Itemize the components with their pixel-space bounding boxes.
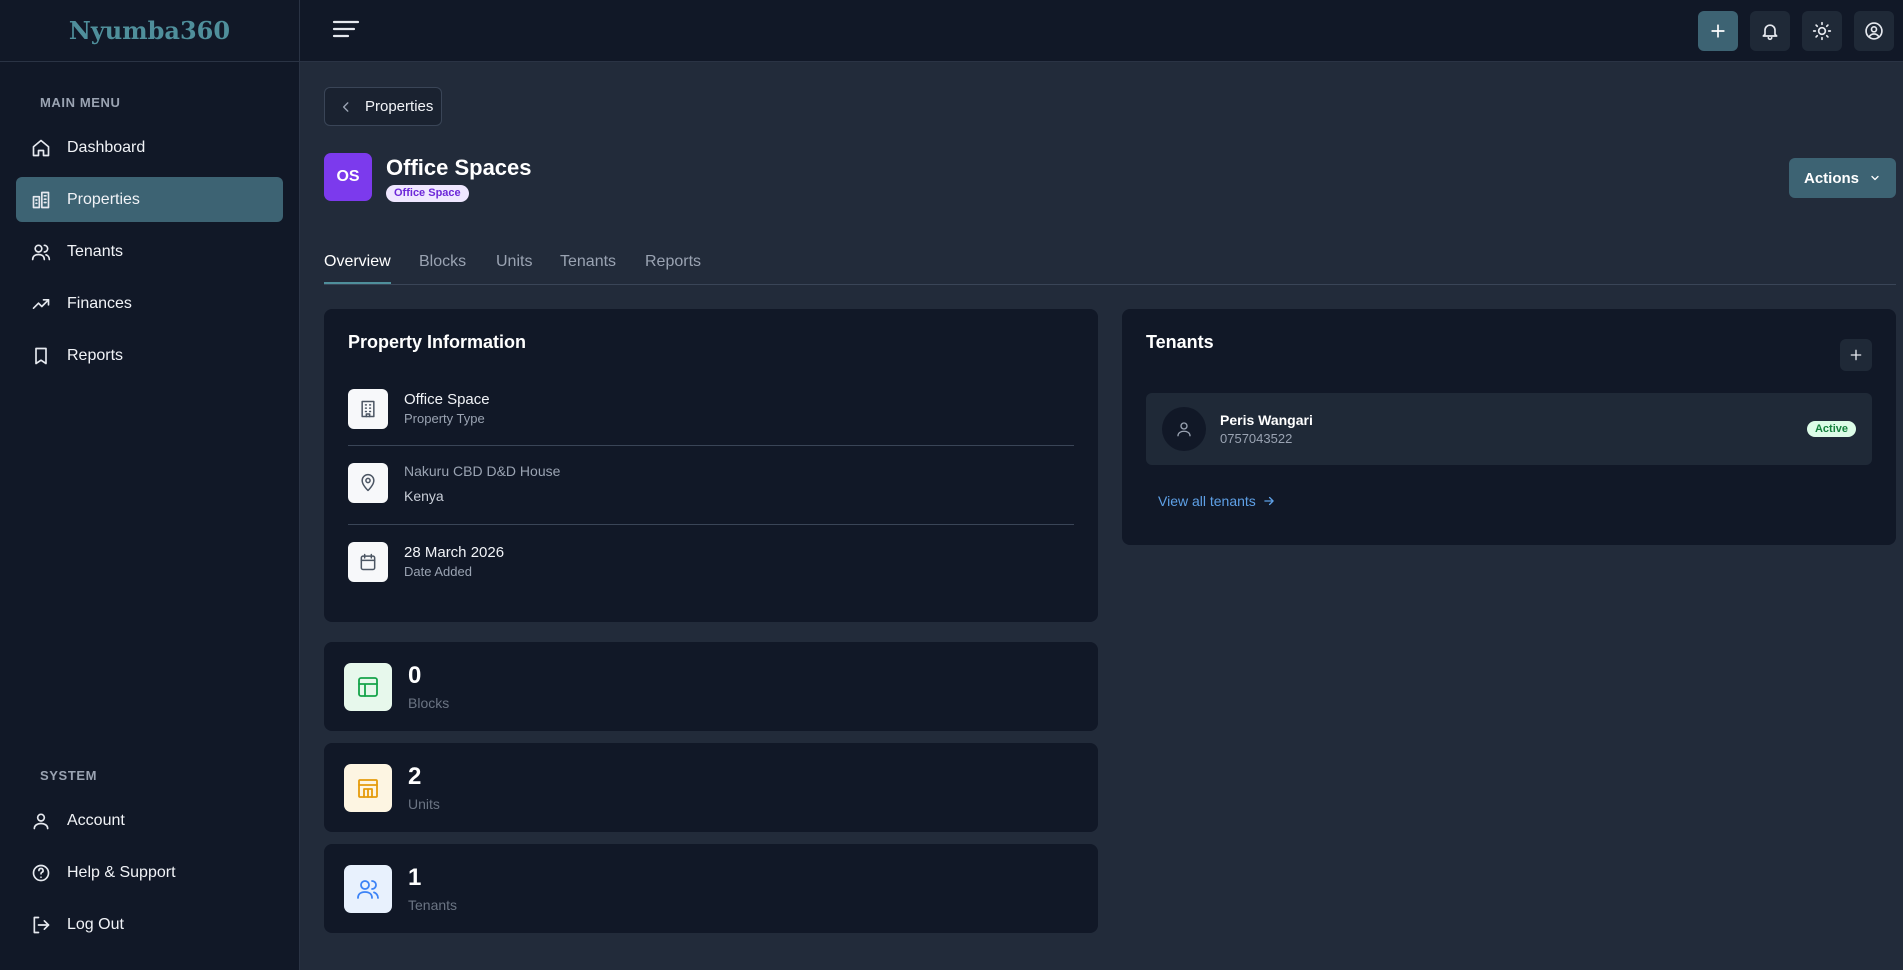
blocks-label: Blocks [408, 695, 450, 711]
sidebar-item-finances[interactable]: Finances [16, 281, 283, 326]
units-count: 2 [408, 763, 422, 790]
sidebar-item-reports[interactable]: Reports [16, 333, 283, 378]
sidebar-item-help[interactable]: Help & Support [16, 850, 283, 895]
bell-icon [1760, 21, 1780, 41]
address-row: Nakuru CBD D&D House Kenya [348, 463, 1074, 504]
logout-icon [31, 915, 51, 935]
sidebar-item-logout[interactable]: Log Out [16, 902, 283, 947]
building-icon [348, 389, 388, 429]
property-information-card: Property Information Office Space Proper… [324, 309, 1098, 622]
buildings-icon [31, 190, 51, 210]
view-all-label: View all tenants [1158, 493, 1256, 509]
tenant-phone: 0757043522 [1220, 431, 1293, 446]
date-added-value: 28 March 2026 [404, 544, 505, 561]
tab-blocks[interactable]: Blocks [419, 253, 466, 284]
user-circle-icon [1864, 21, 1884, 41]
plus-icon [1708, 21, 1728, 41]
users-icon [31, 242, 51, 262]
property-information-title: Property Information [348, 332, 527, 352]
sidebar-item-properties[interactable]: Properties [16, 177, 283, 222]
tenants-card-title: Tenants [1146, 332, 1214, 352]
sidebar-item-label: Reports [67, 346, 124, 364]
tenants-card: Tenants Peris Wangari 0757043522 Active … [1122, 309, 1896, 545]
date-added-label: Date Added [404, 564, 472, 579]
tenants-label: Tenants [408, 897, 458, 913]
tab-overview[interactable]: Overview [324, 253, 391, 284]
profile-button[interactable] [1854, 11, 1894, 51]
tab-units[interactable]: Units [496, 253, 532, 284]
address-line-2: Kenya [404, 488, 444, 504]
help-circle-icon [31, 863, 51, 883]
property-type-value: Office Space [404, 391, 490, 408]
home-icon [31, 138, 51, 158]
address-line-1: Nakuru CBD D&D House [404, 463, 561, 479]
date-added-row: 28 March 2026 Date Added [348, 542, 1074, 582]
divider [348, 445, 1074, 446]
users-icon [344, 865, 392, 913]
sidebar-item-label: Finances [67, 294, 132, 312]
back-to-properties-button[interactable]: Properties [324, 87, 442, 126]
tenants-stat-card[interactable]: 1 Tenants [324, 844, 1098, 933]
user-icon [1162, 407, 1206, 451]
bookmark-icon [31, 346, 51, 366]
page-title: Office Spaces [386, 155, 532, 180]
calendar-icon [348, 542, 388, 582]
back-label: Properties [365, 98, 434, 115]
divider [348, 524, 1074, 525]
add-button[interactable] [1698, 11, 1738, 51]
menu-icon[interactable] [332, 19, 360, 41]
tenant-list-item[interactable]: Peris Wangari 0757043522 Active [1146, 393, 1872, 465]
units-stat-card[interactable]: 2 Units [324, 743, 1098, 832]
topbar [300, 0, 1903, 62]
sidebar-item-tenants[interactable]: Tenants [16, 229, 283, 274]
tenant-name: Peris Wangari [1220, 412, 1313, 428]
actions-label: Actions [1803, 169, 1859, 187]
app-logo[interactable]: Nyumba360 [0, 0, 299, 62]
notifications-button[interactable] [1750, 11, 1790, 51]
chevron-down-icon [1859, 172, 1881, 184]
view-all-tenants-link[interactable]: View all tenants [1158, 493, 1276, 509]
tenants-count: 1 [408, 864, 422, 891]
user-icon [31, 811, 51, 831]
main-menu-label: MAIN MENU [40, 95, 121, 110]
property-avatar: OS [324, 153, 372, 201]
tab-tenants[interactable]: Tenants [560, 253, 616, 284]
layout-icon [344, 663, 392, 711]
units-label: Units [408, 796, 440, 812]
system-label: SYSTEM [40, 768, 98, 783]
arrow-right-icon [1256, 494, 1276, 508]
property-type-row: Office Space Property Type [348, 389, 1074, 429]
chevron-left-icon [339, 100, 365, 114]
blocks-stat-card[interactable]: 0 Blocks [324, 642, 1098, 731]
sidebar: Nyumba360 MAIN MENU Dashboard Properties… [0, 0, 300, 970]
theme-toggle-button[interactable] [1802, 11, 1842, 51]
trending-up-icon [31, 294, 51, 314]
tab-reports[interactable]: Reports [645, 253, 701, 284]
blocks-count: 0 [408, 662, 422, 689]
property-type-badge: Office Space [386, 185, 469, 202]
plus-icon [1848, 347, 1864, 363]
sidebar-item-account[interactable]: Account [16, 798, 283, 843]
sidebar-item-dashboard[interactable]: Dashboard [16, 125, 283, 170]
sidebar-item-label: Account [67, 811, 125, 829]
status-badge: Active [1806, 421, 1856, 437]
property-type-label: Property Type [404, 411, 485, 426]
map-pin-icon [348, 463, 388, 503]
sidebar-item-label: Properties [67, 190, 140, 208]
actions-button[interactable]: Actions [1789, 158, 1896, 198]
property-tabs: Overview Blocks Units Tenants Reports [324, 250, 1896, 285]
sidebar-item-label: Help & Support [67, 863, 176, 881]
sidebar-item-label: Tenants [67, 242, 124, 260]
sidebar-item-label: Dashboard [67, 138, 146, 156]
sidebar-item-label: Log Out [67, 915, 124, 933]
sun-icon [1812, 21, 1832, 41]
store-icon [344, 764, 392, 812]
add-tenant-button[interactable] [1840, 339, 1872, 371]
